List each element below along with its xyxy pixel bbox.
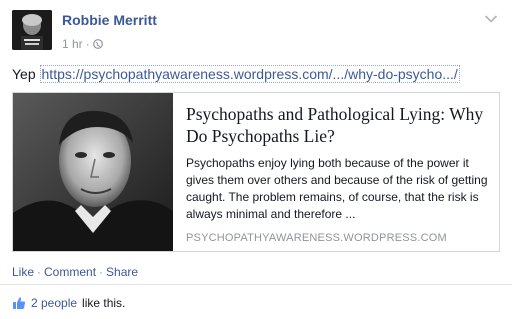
action-separator: · [37,265,42,279]
globe-icon[interactable] [92,39,103,49]
chevron-down-icon[interactable] [484,14,498,24]
author-avatar[interactable] [12,10,52,50]
post: Robbie Merritt 1 hr · Yep https://psycho… [0,0,512,319]
avatar-image [12,10,52,50]
post-message: Yep [12,66,36,82]
share-button[interactable]: Share [106,265,138,279]
meta-separator: · [85,37,90,51]
likes-summary: 2 people like this. [12,296,125,310]
likes-count[interactable]: 2 people [31,296,77,310]
action-separator: · [99,265,104,279]
link-preview-body: Psychopaths and Pathological Lying: Why … [186,103,491,244]
author-name[interactable]: Robbie Merritt [62,12,157,28]
link-preview-domain: PSYCHOPATHYAWARENESS.WORDPRESS.COM [186,232,447,244]
link-preview-title[interactable]: Psychopaths and Pathological Lying: Why … [186,103,491,147]
link-preview-description: Psychopaths enjoy lying both because of … [186,156,488,221]
thumbs-up-icon [13,297,26,309]
divider [0,284,512,285]
post-text: Yep https://psychopathyawareness.wordpre… [12,65,460,83]
post-timestamp[interactable]: 1 hr [62,37,83,51]
link-preview-image[interactable] [13,93,173,251]
post-meta: 1 hr · [62,37,103,51]
post-link[interactable]: https://psychopathyawareness.wordpress.c… [39,65,460,83]
link-preview-card[interactable]: Psychopaths and Pathological Lying: Why … [12,92,500,252]
like-button[interactable]: Like [12,265,34,279]
comment-button[interactable]: Comment [44,265,96,279]
likes-suffix: like this. [82,296,126,310]
post-actions: Like · Comment · Share [12,265,138,279]
